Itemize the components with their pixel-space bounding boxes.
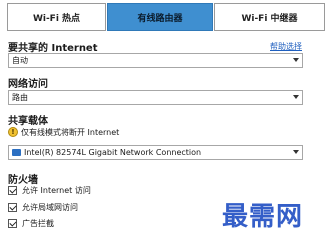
tab-wifi-repeater[interactable]: Wi-Fi 中继器: [214, 3, 325, 31]
internet-share-select[interactable]: 自动: [8, 53, 303, 68]
warning-text: 仅有线模式将断开 Internet: [21, 127, 120, 137]
firewall-allow-lan[interactable]: 允许局域网访问: [8, 201, 78, 213]
firewall-allow-internet[interactable]: 允许 Internet 访问: [8, 184, 91, 196]
mode-tabs: Wi-Fi 热点 有线路由器 Wi-Fi 中继器: [0, 0, 333, 32]
internet-share-value: 自动: [12, 56, 28, 65]
firewall-ad-block[interactable]: 广告拦截: [8, 217, 54, 229]
tab-wifi-hotspot[interactable]: Wi-Fi 热点: [7, 3, 106, 31]
watermark: 最需网: [222, 202, 304, 232]
warning-icon: !: [8, 127, 18, 137]
checkbox-label: 广告拦截: [22, 218, 54, 228]
checkbox[interactable]: [8, 185, 17, 195]
chevron-down-icon: [293, 58, 299, 62]
network-access-select[interactable]: 路由: [8, 90, 303, 105]
shared-adapter-value: Intel(R) 82574L Gigabit Network Connecti…: [24, 148, 202, 157]
chevron-down-icon: [293, 95, 299, 99]
shared-adapter-select[interactable]: Intel(R) 82574L Gigabit Network Connecti…: [8, 145, 303, 160]
network-access-label: 网络访问: [8, 79, 48, 90]
internet-share-label: 要共享的 Internet: [8, 43, 98, 54]
chevron-down-icon: [293, 150, 299, 154]
network-access-value: 路由: [12, 93, 28, 102]
tab-wired-router[interactable]: 有线路由器: [107, 3, 213, 31]
shared-adapter-label: 共享载体: [8, 116, 48, 127]
warning-row: ! 仅有线模式将断开 Internet: [8, 126, 119, 138]
checkbox[interactable]: [8, 202, 17, 212]
help-choose-link[interactable]: 帮助选择: [270, 41, 302, 52]
checkbox-label: 允许 Internet 访问: [22, 185, 91, 195]
network-adapter-icon: [12, 149, 21, 156]
checkbox[interactable]: [8, 218, 17, 228]
checkbox-label: 允许局域网访问: [22, 202, 78, 212]
